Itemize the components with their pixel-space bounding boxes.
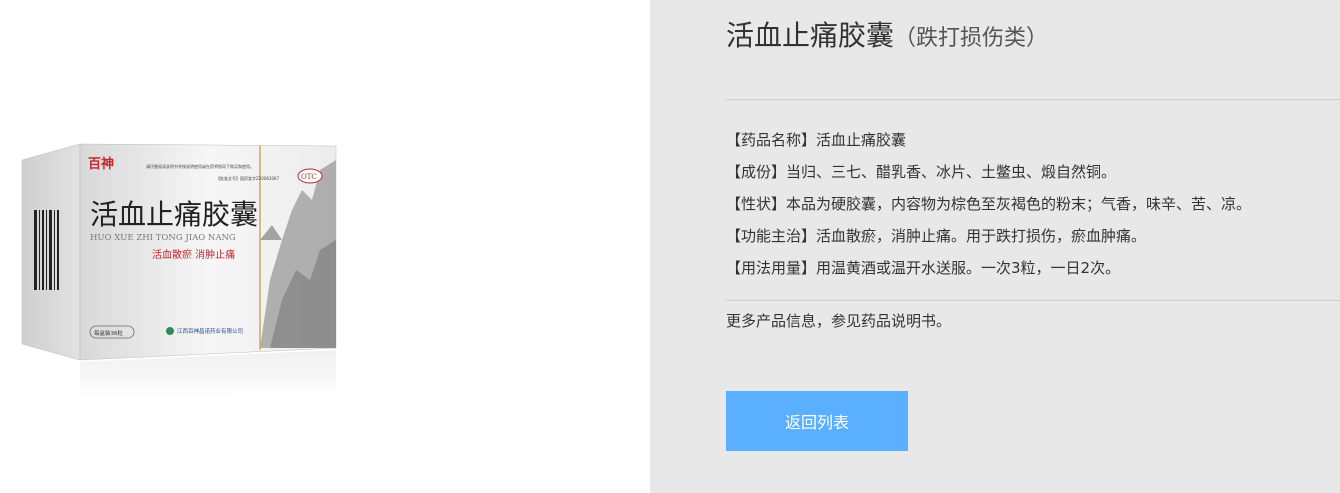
box-maker: 江西百神昌诺药业有限公司 (177, 327, 243, 335)
title-row: 活血止痛胶囊（跌打损伤类） (726, 14, 1048, 54)
divider (726, 99, 1340, 100)
product-image-panel: 百神 请仔细阅读说明书并按说明使用或在药师指导下购买和使用。 【批准文号】国药准… (0, 0, 650, 493)
info-line-dosage: 【用法用量】用温黄酒或温开水送服。一次3粒，一日2次。 (726, 259, 1121, 277)
info-line-indications: 【功能主治】活血散瘀，消肿止痛。用于跌打损伤，瘀血肿痛。 (726, 227, 1147, 245)
info-line-properties: 【性状】本品为硬胶囊，内容物为棕色至灰褐色的粉末；气香，味辛、苦、凉。 (726, 195, 1252, 213)
back-to-list-button[interactable]: 返回列表 (726, 391, 908, 451)
box-product-name: 活血止痛胶囊 (90, 198, 258, 231)
product-title: 活血止痛胶囊 (726, 19, 895, 52)
box-slogan: 活血散瘀 消肿止痛 (152, 248, 235, 261)
box-count: 每盒装36粒 (94, 329, 123, 337)
product-subtitle: （跌打损伤类） (894, 26, 1049, 51)
box-pinyin: HUO XUE ZHI TONG JIAO NANG (90, 233, 236, 243)
product-detail-panel: 活血止痛胶囊（跌打损伤类） 【药品名称】活血止痛胶囊 【成份】当归、三七、醋乳香… (650, 0, 1340, 493)
info-line-name: 【药品名称】活血止痛胶囊 (726, 131, 907, 149)
box-notice: 请仔细阅读说明书并按说明使用或在药师指导下购买和使用。 (146, 163, 254, 169)
maker-logo-icon (166, 327, 174, 335)
divider (726, 300, 1340, 301)
info-line-ingredients: 【成份】当归、三七、醋乳香、冰片、土鳖虫、煅自然铜。 (726, 163, 1117, 181)
otc-label: OTC (301, 173, 317, 181)
box-brand: 百神 (88, 156, 114, 172)
box-approval: 【批准文号】国药准字Z20063067 (216, 175, 280, 181)
product-info: 【药品名称】活血止痛胶囊 【成份】当归、三七、醋乳香、冰片、土鳖虫、煅自然铜。 … (726, 124, 1326, 284)
product-box-image: 百神 请仔细阅读说明书并按说明使用或在药师指导下购买和使用。 【批准文号】国药准… (21, 143, 337, 400)
more-info-text: 更多产品信息，参见药品说明书。 (726, 312, 952, 330)
